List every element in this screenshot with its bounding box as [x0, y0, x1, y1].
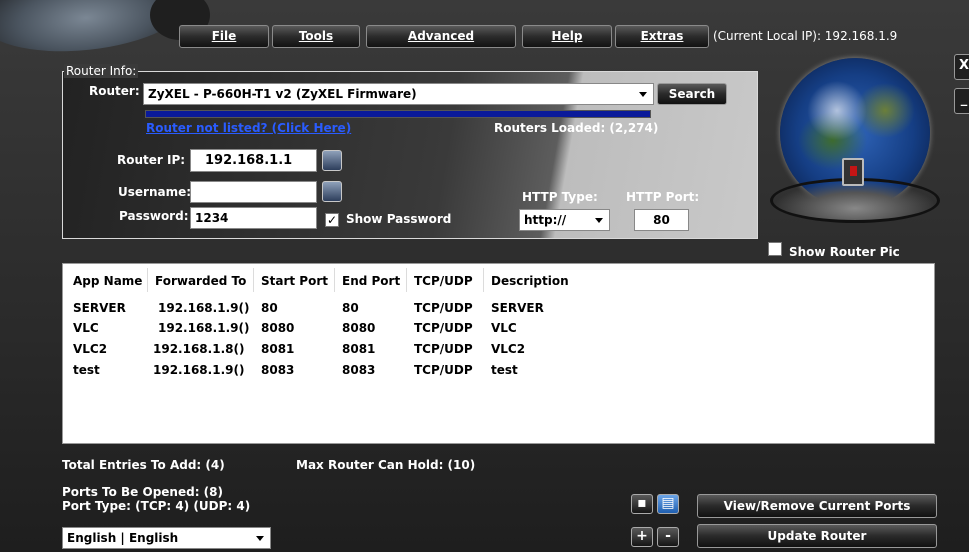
cell-start-port[interactable]: 8083: [261, 363, 294, 377]
cell-forwarded-to[interactable]: 192.168.1.9(): [158, 321, 249, 335]
cell-end-port[interactable]: 8081: [342, 342, 375, 356]
progress-fill: [146, 111, 650, 117]
cell-start-port[interactable]: 8081: [261, 342, 294, 356]
ports-table[interactable]: App Name Forwarded To Start Port End Por…: [62, 263, 935, 444]
http-type-value: http://: [524, 213, 567, 227]
show-router-pic-checkbox[interactable]: [768, 242, 782, 256]
cell-end-port[interactable]: 8080: [342, 321, 375, 335]
column-divider: [253, 268, 254, 292]
port-type-text: Port Type: (TCP: 4) (UDP: 4): [62, 499, 251, 513]
cell-description[interactable]: VLC2: [491, 342, 525, 356]
menu-help[interactable]: Help: [522, 25, 612, 48]
password-field[interactable]: 1234: [190, 207, 317, 229]
close-button[interactable]: X: [954, 54, 969, 80]
http-port-field[interactable]: 80: [634, 209, 689, 231]
cell-description[interactable]: VLC: [491, 321, 517, 335]
router-info-legend: Router Info:: [64, 64, 139, 78]
cell-protocol[interactable]: TCP/UDP: [414, 301, 473, 315]
router-select[interactable]: ZyXEL - P-660H-T1 v2 (ZyXEL Firmware): [143, 83, 654, 105]
cell-forwarded-to[interactable]: 192.168.1.9(): [153, 363, 244, 377]
http-type-label: HTTP Type:: [522, 190, 598, 204]
show-password-label: Show Password: [346, 212, 452, 226]
column-divider: [147, 268, 148, 292]
language-select[interactable]: English | English: [62, 527, 271, 549]
remove-entry-button[interactable]: -: [657, 527, 679, 547]
menu-file[interactable]: File: [179, 25, 269, 48]
cell-description[interactable]: test: [491, 363, 518, 377]
router-label: Router:: [89, 84, 140, 98]
show-router-pic-label: Show Router Pic: [789, 245, 900, 259]
username-field[interactable]: [190, 181, 317, 203]
show-password-checkbox[interactable]: ✓: [325, 213, 339, 227]
menu-advanced[interactable]: Advanced: [366, 25, 516, 48]
router-ip-label: Router IP:: [117, 153, 186, 167]
router-select-value: ZyXEL - P-660H-T1 v2 (ZyXEL Firmware): [148, 87, 417, 101]
cell-app-name[interactable]: test: [73, 363, 100, 377]
add-entry-button[interactable]: +: [631, 527, 653, 547]
language-value: English | English: [67, 531, 179, 545]
router-plug-icon: [842, 158, 864, 186]
col-header-start-port[interactable]: Start Port: [261, 274, 328, 288]
column-divider: [334, 268, 335, 292]
current-local-ip: (Current Local IP): 192.168.1.9: [713, 29, 898, 43]
col-header-description[interactable]: Description: [491, 274, 569, 288]
http-type-select[interactable]: http://: [519, 209, 610, 231]
cell-forwarded-to[interactable]: 192.168.1.8(): [153, 342, 244, 356]
view-remove-ports-button[interactable]: View/Remove Current Ports: [697, 494, 937, 518]
chevron-down-icon: [595, 218, 603, 223]
cell-app-name[interactable]: VLC: [73, 321, 99, 335]
cell-app-name[interactable]: VLC2: [73, 342, 107, 356]
cell-forwarded-to[interactable]: 192.168.1.9(): [158, 301, 249, 315]
routers-load-progress: [145, 110, 651, 118]
router-ip-field[interactable]: 192.168.1.1: [190, 149, 317, 172]
save-icon[interactable]: ▪: [631, 494, 653, 514]
max-router-text: Max Router Can Hold: (10): [296, 458, 476, 472]
router-detect-icon[interactable]: [322, 150, 342, 171]
cell-app-name[interactable]: SERVER: [73, 301, 126, 315]
credentials-lookup-icon[interactable]: [322, 181, 342, 202]
cell-protocol[interactable]: TCP/UDP: [414, 321, 473, 335]
column-divider: [483, 268, 484, 292]
menu-tools[interactable]: Tools: [272, 25, 360, 48]
cell-description[interactable]: SERVER: [491, 301, 544, 315]
cell-protocol[interactable]: TCP/UDP: [414, 363, 473, 377]
col-header-end-port[interactable]: End Port: [342, 274, 400, 288]
chevron-down-icon: [256, 536, 264, 541]
username-label: Username:: [118, 185, 192, 199]
col-header-app-name[interactable]: App Name: [73, 274, 142, 288]
open-file-icon[interactable]: ▤: [657, 494, 679, 514]
http-port-label: HTTP Port:: [626, 190, 700, 204]
ports-opened-text: Ports To Be Opened: (8): [62, 485, 223, 499]
col-header-protocol[interactable]: TCP/UDP: [414, 274, 473, 288]
col-header-forwarded-to[interactable]: Forwarded To: [155, 274, 246, 288]
cell-start-port[interactable]: 80: [261, 301, 278, 315]
router-not-listed-link[interactable]: Router not listed? (Click Here): [146, 121, 351, 135]
minimize-button[interactable]: _: [954, 88, 969, 114]
total-entries-text: Total Entries To Add: (4): [62, 458, 225, 472]
app-window: File Tools Advanced Help Extras (Current…: [0, 0, 969, 552]
chevron-down-icon: [639, 92, 647, 97]
search-button[interactable]: Search: [657, 83, 727, 105]
router-globe-image: [760, 58, 950, 233]
menu-extras[interactable]: Extras: [615, 25, 709, 48]
password-label: Password:: [119, 209, 189, 223]
column-divider: [406, 268, 407, 292]
routers-loaded-count: Routers Loaded: (2,274): [494, 121, 659, 135]
cell-end-port[interactable]: 80: [342, 301, 359, 315]
cell-start-port[interactable]: 8080: [261, 321, 294, 335]
update-router-button[interactable]: Update Router: [697, 524, 937, 548]
cell-protocol[interactable]: TCP/UDP: [414, 342, 473, 356]
cell-end-port[interactable]: 8083: [342, 363, 375, 377]
